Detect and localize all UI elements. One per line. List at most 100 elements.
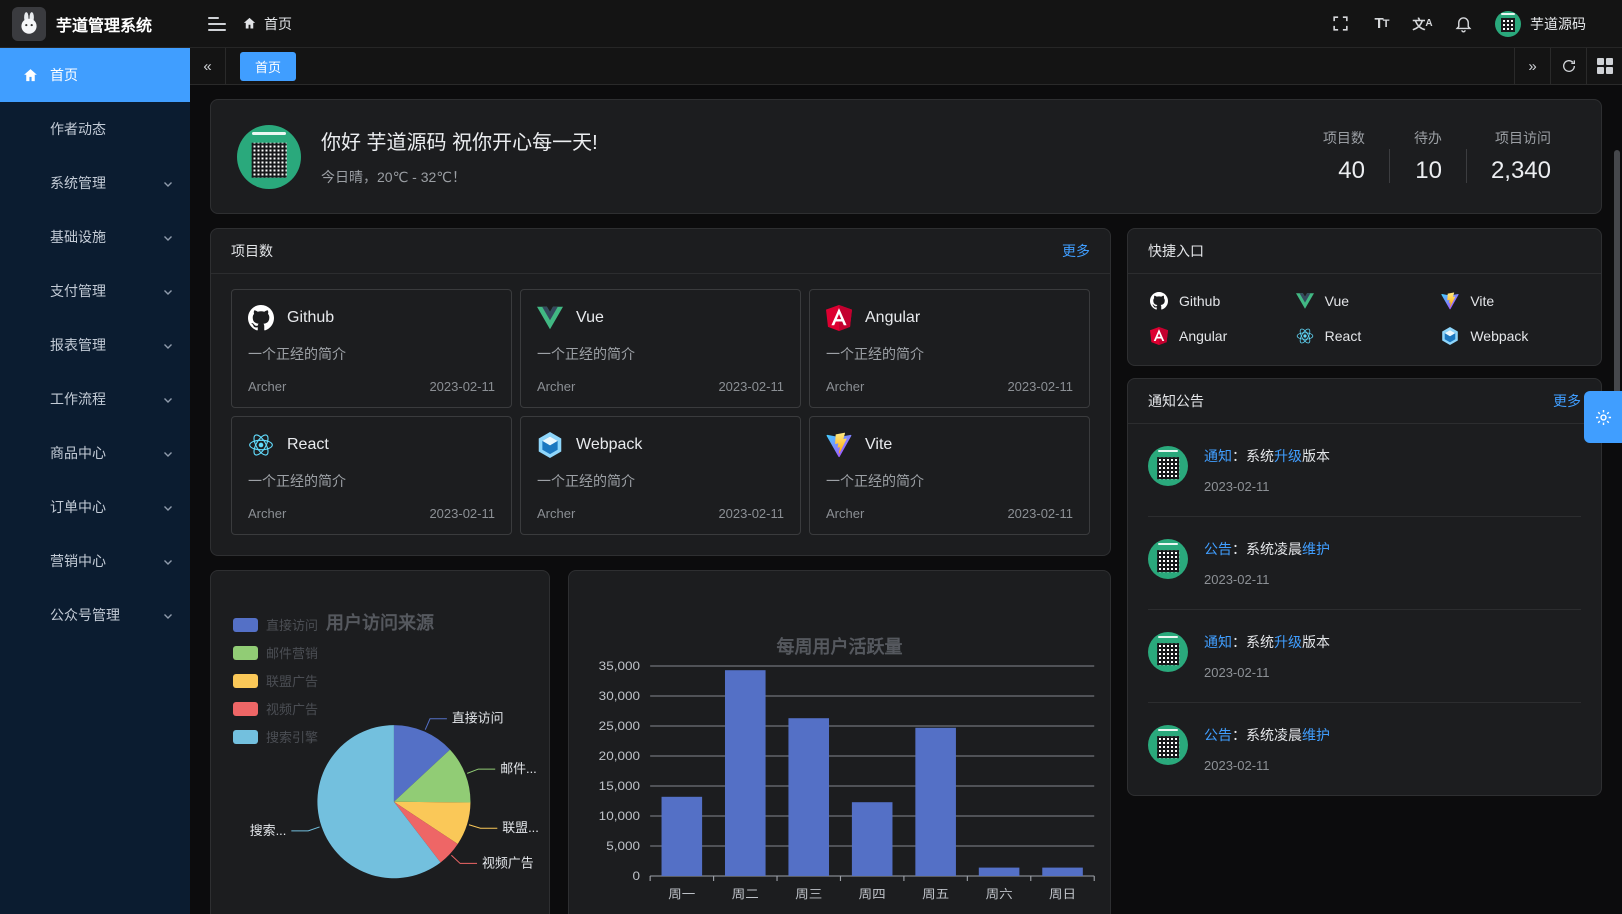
sidebar: 首页 作者动态 系统管理 基础设施 支付管理 报表管理 工作流程 [0, 48, 190, 914]
angular-icon [1150, 327, 1168, 345]
project-author: Archer [826, 506, 864, 521]
notice-date: 2023-02-11 [1204, 665, 1330, 680]
bar-周六[interactable] [979, 868, 1020, 876]
vite-icon [826, 432, 852, 458]
project-desc: 一个正经的简介 [826, 344, 1073, 364]
notice-item-0[interactable]: 通知：系统升级版本 2023-02-11 [1148, 424, 1581, 517]
project-card-0[interactable]: Github 一个正经的简介 Archer 2023-02-11 [231, 289, 512, 408]
notice-item-2[interactable]: 通知：系统升级版本 2023-02-11 [1148, 610, 1581, 703]
chevron-down-icon [162, 501, 174, 513]
legend-item-0[interactable]: 直接访问 [233, 615, 318, 634]
sidebar-item-label: 基础设施 [50, 227, 106, 247]
sidebar-item-2[interactable]: 系统管理 [0, 156, 190, 210]
projects-more-link[interactable]: 更多 [1062, 241, 1090, 261]
legend-label: 邮件营销 [266, 643, 318, 662]
chevron-down-icon [162, 285, 174, 297]
shortcut-react[interactable]: React [1296, 327, 1434, 345]
user-menu[interactable]: 芋道源码 [1495, 11, 1586, 37]
project-author: Archer [826, 379, 864, 394]
legend-item-1[interactable]: 邮件营销 [233, 643, 318, 662]
notice-avatar [1148, 446, 1188, 486]
shortcut-angular[interactable]: Angular [1150, 327, 1288, 345]
project-card-3[interactable]: React 一个正经的简介 Archer 2023-02-11 [231, 416, 512, 535]
stat-2: 项目访问 2,340 [1467, 128, 1575, 185]
app-header: 芋道管理系统 首页 TT 文A 芋道源码 [0, 0, 1622, 48]
pie-callout-line [291, 827, 319, 831]
sidebar-item-label: 系统管理 [50, 173, 106, 193]
bar-chart-card: 每周用户活跃量 05,00010,00015,00020,00025,00030… [568, 570, 1111, 914]
project-card-5[interactable]: Vite 一个正经的简介 Archer 2023-02-11 [809, 416, 1090, 535]
project-card-1[interactable]: Vue 一个正经的简介 Archer 2023-02-11 [520, 289, 801, 408]
greeting-title: 你好 芋道源码 祝你开心每一天! [321, 126, 598, 155]
breadcrumb[interactable]: 首页 [242, 14, 292, 34]
greeting-subtitle: 今日晴，20℃ - 32℃！ [321, 167, 598, 187]
project-card-2[interactable]: Angular 一个正经的简介 Archer 2023-02-11 [809, 289, 1090, 408]
bar-周日[interactable] [1042, 868, 1083, 876]
project-author: Archer [248, 379, 286, 394]
app-logo[interactable] [12, 7, 46, 41]
chevron-down-icon [162, 177, 174, 189]
bar-周五[interactable] [915, 728, 956, 876]
bell-icon[interactable] [1454, 14, 1473, 33]
y-tick-label: 15,000 [599, 779, 640, 793]
shortcut-webpack[interactable]: Webpack [1441, 327, 1579, 345]
notices-list: 通知：系统升级版本 2023-02-11 公告：系统凌晨维护 2023-02-1… [1128, 424, 1601, 795]
sidebar-item-4[interactable]: 支付管理 [0, 264, 190, 318]
notice-title: 通知：系统升级版本 [1204, 446, 1330, 466]
notice-avatar [1148, 725, 1188, 765]
legend-item-3[interactable]: 视频广告 [233, 699, 318, 718]
bar-周四[interactable] [852, 802, 893, 876]
sidebar-item-label: 工作流程 [50, 389, 106, 409]
sidebar-item-7[interactable]: 商品中心 [0, 426, 190, 480]
bar-周二[interactable] [725, 670, 766, 876]
pie-callout-line [451, 855, 477, 863]
legend-item-4[interactable]: 搜索引擎 [233, 727, 318, 746]
projects-panel: 项目数 更多 Github 一个正经的简介 Archer 2023-02-11 … [210, 228, 1111, 556]
sidebar-item-label: 作者动态 [50, 119, 106, 139]
language-icon[interactable]: 文A [1413, 14, 1432, 33]
stat-1: 待办 10 [1390, 128, 1466, 185]
tabs-scroll-left-icon[interactable]: « [190, 48, 226, 84]
shortcut-vue[interactable]: Vue [1296, 292, 1434, 310]
bar-周一[interactable] [662, 797, 703, 876]
notice-item-1[interactable]: 公告：系统凌晨维护 2023-02-11 [1148, 517, 1581, 610]
y-tick-label: 30,000 [599, 689, 640, 703]
notices-more-link[interactable]: 更多 [1553, 391, 1581, 411]
theme-settings-button[interactable] [1584, 391, 1622, 443]
tab-home[interactable]: 首页 [240, 52, 296, 81]
sidebar-item-0[interactable]: 首页 [0, 48, 190, 102]
refresh-icon[interactable] [1550, 48, 1586, 84]
legend-item-2[interactable]: 联盟广告 [233, 671, 318, 690]
sidebar-item-10[interactable]: 公众号管理 [0, 588, 190, 642]
menu-fold-icon[interactable] [208, 17, 226, 31]
sidebar-item-5[interactable]: 报表管理 [0, 318, 190, 372]
tabs-menu-icon[interactable] [1586, 48, 1622, 84]
x-tick-label: 周三 [795, 887, 822, 901]
sidebar-item-8[interactable]: 订单中心 [0, 480, 190, 534]
notice-date: 2023-02-11 [1204, 479, 1330, 494]
sidebar-item-label: 支付管理 [50, 281, 106, 301]
sidebar-item-1[interactable]: 作者动态 [0, 102, 190, 156]
notice-item-3[interactable]: 公告：系统凌晨维护 2023-02-11 [1148, 703, 1581, 795]
sidebar-item-9[interactable]: 营销中心 [0, 534, 190, 588]
bar-chart[interactable]: 05,00010,00015,00020,00025,00030,00035,0… [569, 644, 1110, 914]
bar-周三[interactable] [788, 718, 829, 876]
project-card-4[interactable]: Webpack 一个正经的简介 Archer 2023-02-11 [520, 416, 801, 535]
project-name: Vue [576, 309, 604, 327]
project-name: Angular [865, 309, 920, 327]
blank-icon [22, 121, 39, 138]
fullscreen-icon[interactable] [1331, 14, 1350, 33]
font-size-icon[interactable]: TT [1372, 14, 1391, 33]
pie-callout-line [467, 769, 495, 773]
webpack-icon [1441, 327, 1459, 345]
shortcut-vite[interactable]: Vite [1441, 292, 1579, 310]
shortcut-github[interactable]: Github [1150, 292, 1288, 310]
legend-swatch [233, 618, 258, 632]
sidebar-item-6[interactable]: 工作流程 [0, 372, 190, 426]
sidebar-item-label: 公众号管理 [50, 605, 120, 625]
notice-date: 2023-02-11 [1204, 572, 1330, 587]
sidebar-item-3[interactable]: 基础设施 [0, 210, 190, 264]
blank-icon [22, 175, 39, 192]
tabs-scroll-right-icon[interactable]: » [1514, 48, 1550, 84]
notice-title: 公告：系统凌晨维护 [1204, 539, 1330, 559]
